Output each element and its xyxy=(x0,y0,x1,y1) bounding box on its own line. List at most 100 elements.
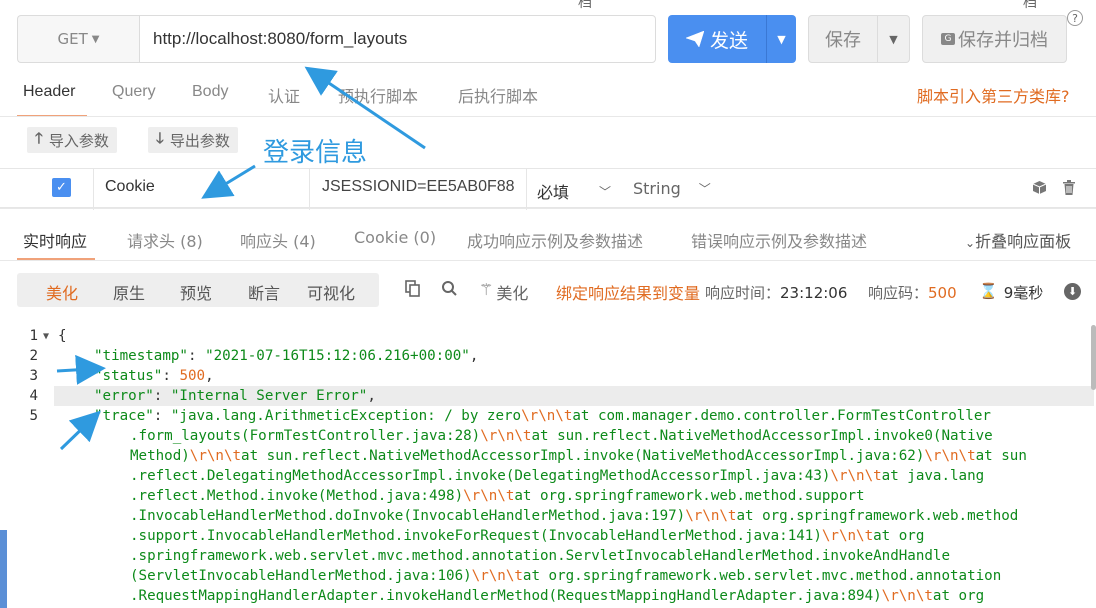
chevron-down-icon: ﹀ xyxy=(599,184,612,199)
json-trace-wrap: (ServletInvocableHandlerMethod.java:106)… xyxy=(130,568,1002,584)
bind-to-variable-link[interactable]: 绑定响应结果到变量 xyxy=(556,280,700,304)
collapse-label: 折叠响应面板 xyxy=(975,232,1072,251)
view-mode-visualize[interactable]: 可视化 xyxy=(307,280,355,304)
tab-live-response[interactable]: 实时响应 xyxy=(23,228,87,252)
line-number: 2 xyxy=(29,348,38,364)
tab-request-headers[interactable]: 请求头 (8) xyxy=(127,228,203,252)
arrow-up-icon: 🡑 xyxy=(35,128,43,147)
view-mode-beautify[interactable]: 美化 xyxy=(46,280,78,304)
divider xyxy=(526,168,527,210)
tab-header[interactable]: Header xyxy=(23,83,75,101)
json-key: "error" xyxy=(94,388,154,404)
download-icon[interactable]: ⬇ xyxy=(1064,283,1081,300)
type-label: String xyxy=(633,179,681,198)
caret-down-icon: ▼ xyxy=(777,32,786,46)
chevron-down-icon: ﹀ xyxy=(698,182,711,196)
third-party-library-link[interactable]: 脚本引入第三方类库? xyxy=(917,83,1070,107)
save-archive-button[interactable]: G 保存并归档 xyxy=(922,15,1067,63)
tab-error-example[interactable]: 错误响应示例及参数描述 xyxy=(691,228,867,252)
view-mode-raw[interactable]: 原生 xyxy=(113,280,145,304)
divider xyxy=(0,116,1096,117)
caret-down-icon: ▼ xyxy=(889,32,898,46)
archive-icon: G xyxy=(941,33,955,45)
json-key: "trace" xyxy=(94,408,154,424)
paper-plane-icon xyxy=(685,31,704,47)
tab-success-example[interactable]: 成功响应示例及参数描述 xyxy=(467,228,643,252)
tab-post-script[interactable]: 后执行脚本 xyxy=(458,83,538,107)
line-number: 4 xyxy=(29,388,38,404)
json-trace-wrap: .support.InvocableHandlerMethod.invokeFo… xyxy=(130,528,925,544)
response-time-value: 23:12:06 xyxy=(780,284,848,302)
tab-response-headers[interactable]: 响应头 (4) xyxy=(240,228,316,252)
import-label: 导入参数 xyxy=(48,131,109,150)
json-trace-wrap: Method)\r\n\tat sun.reflect.NativeMethod… xyxy=(130,448,1027,464)
response-body[interactable]: 1 ▼ 2 3 4 5 { "timestamp": "2021-07-16T1… xyxy=(0,326,1096,608)
json-trace-wrap: .reflect.DelegatingMethodAccessorImpl.in… xyxy=(130,468,985,484)
line-number: 1 xyxy=(29,328,38,344)
status-code: 响应码：500 xyxy=(868,282,957,303)
send-button[interactable]: 发送 xyxy=(668,15,766,63)
arrow-down-icon: 🡓 xyxy=(156,128,164,147)
scrollbar[interactable] xyxy=(1091,325,1096,390)
export-params-button[interactable]: 🡓 导出参数 xyxy=(148,127,238,153)
line-number: 5 xyxy=(29,408,38,424)
send-dropdown-button[interactable]: ▼ xyxy=(766,15,796,63)
json-trace-wrap: .springframework.web.servlet.mvc.method.… xyxy=(130,548,950,564)
json-line-timestamp: "timestamp": "2021-07-16T15:12:06.216+00… xyxy=(94,348,479,364)
param-enabled-checkbox[interactable]: ✓ xyxy=(52,178,71,197)
json-value: "java.lang.ArithmeticException: / by zer… xyxy=(170,408,991,424)
import-params-button[interactable]: 🡑 导入参数 xyxy=(27,127,117,153)
help-icon[interactable]: ? xyxy=(1067,10,1083,26)
caret-down-icon: ▼ xyxy=(91,33,100,45)
response-time: 响应时间：23:12:06 xyxy=(705,282,847,303)
save-button[interactable]: 保存 xyxy=(808,15,878,63)
tab-body[interactable]: Body xyxy=(192,83,228,101)
required-label: 必填 xyxy=(537,183,570,202)
json-key: "timestamp" xyxy=(94,348,188,364)
json-key: "status" xyxy=(94,368,163,384)
fold-toggle-icon[interactable]: ▼ xyxy=(43,331,49,342)
method-select[interactable]: GET ▼ xyxy=(17,15,139,63)
view-mode-preview[interactable]: 预览 xyxy=(180,280,212,304)
collapse-panel-button[interactable]: ⌄折叠响应面板 xyxy=(965,228,1071,252)
url-input[interactable]: http://localhost:8080/form_layouts xyxy=(139,15,656,63)
json-value: 500 xyxy=(179,368,206,384)
json-line-trace: "trace": "java.lang.ArithmeticException:… xyxy=(94,408,991,424)
send-label: 发送 xyxy=(709,29,748,52)
divider xyxy=(0,208,1096,209)
status-code-label: 响应码： xyxy=(868,284,929,302)
duration-value: 9毫秒 xyxy=(1003,284,1044,302)
json-trace-wrap: .InvocableHandlerMethod.doInvoke(Invocab… xyxy=(130,508,1019,524)
param-value-input[interactable]: JSESSIONID=EE5AB0F88 xyxy=(322,178,522,196)
annotation-login-info: 登录信息 xyxy=(263,138,368,168)
status-code-value: 500 xyxy=(928,284,957,302)
type-select[interactable]: String ﹀ xyxy=(633,179,711,198)
json-trace-wrap: .RequestMappingHandlerAdapter.invokeHand… xyxy=(130,588,985,604)
beautify-button[interactable]: ⚚ 美化 xyxy=(479,280,528,304)
param-key-input[interactable]: Cookie xyxy=(105,178,155,196)
json-trace-wrap: .reflect.Method.invoke(Method.java:498)\… xyxy=(130,488,865,504)
json-trace-wrap: .form_layouts(FormTestController.java:28… xyxy=(130,428,993,444)
json-value: "Internal Server Error" xyxy=(170,388,368,404)
required-select[interactable]: 必填 ﹀ xyxy=(537,179,611,203)
save-dropdown-button[interactable]: ▼ xyxy=(878,15,910,63)
response-time-label: 响应时间： xyxy=(705,284,781,302)
view-mode-assert[interactable]: 断言 xyxy=(248,280,280,304)
double-chevron-down-icon: ⌄ xyxy=(965,236,976,250)
cutoff-text: 档 xyxy=(1023,0,1037,11)
tab-auth[interactable]: 认证 xyxy=(268,83,300,107)
magic-wand-icon: ⚚ xyxy=(479,280,494,299)
cube-icon[interactable] xyxy=(1032,180,1048,196)
divider xyxy=(93,168,94,210)
search-icon[interactable] xyxy=(441,280,457,301)
line-number: 3 xyxy=(29,368,38,384)
tab-pre-script[interactable]: 预执行脚本 xyxy=(338,83,418,107)
trash-icon[interactable] xyxy=(1062,180,1078,196)
tab-cookie[interactable]: Cookie (0) xyxy=(354,228,436,247)
divider xyxy=(0,260,1096,261)
beautify-label: 美化 xyxy=(496,284,529,303)
json-value: "2021-07-16T15:12:06.216+00:00" xyxy=(205,348,470,364)
duration: ⌛ 9毫秒 xyxy=(979,282,1043,303)
copy-icon[interactable] xyxy=(405,280,421,301)
tab-query[interactable]: Query xyxy=(112,83,156,101)
